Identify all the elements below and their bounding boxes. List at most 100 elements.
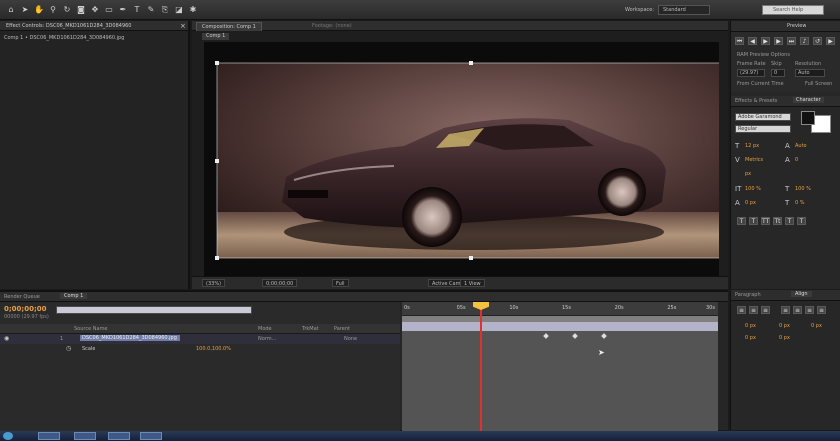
align-right-button[interactable]: ≡ [761, 306, 770, 314]
font-size-value[interactable]: 12 px [745, 143, 759, 149]
font-family-select[interactable]: Adobe Garamond [735, 113, 791, 121]
tab-align[interactable]: Align [791, 291, 812, 297]
pan-behind-tool-icon[interactable]: ✥ [90, 5, 100, 15]
prev-frame-button[interactable]: ◀ [748, 37, 757, 45]
tab-character[interactable]: Character [793, 97, 824, 103]
eraser-tool-icon[interactable]: ◪ [174, 5, 184, 15]
brush-tool-icon[interactable]: ✎ [146, 5, 156, 15]
layer-row[interactable]: ◉ 1 DSC06_MKD1061D284_3D084960.jpg Norm.… [0, 334, 400, 344]
close-icon[interactable]: × [180, 22, 186, 30]
workspace-select[interactable]: Standard [658, 5, 710, 15]
property-value[interactable]: 100.0,100.0% [196, 346, 231, 352]
help-search-input[interactable]: Search Help [762, 5, 824, 15]
play-button[interactable]: ▶ [761, 37, 770, 45]
handle-top-left[interactable] [215, 61, 219, 65]
home-icon[interactable]: ⌂ [6, 5, 16, 15]
skip-input[interactable]: 0 [771, 69, 785, 77]
timeline-search-input[interactable] [56, 306, 252, 314]
indent-first-value[interactable]: 0 px [811, 323, 822, 329]
align-center-button[interactable]: ≡ [749, 306, 758, 314]
justify-center-button[interactable]: ≡ [793, 306, 802, 314]
layer-duration-bar[interactable] [402, 322, 718, 331]
indent-left-value[interactable]: 0 px [745, 323, 756, 329]
tab-effects-presets[interactable]: Effects & Presets [735, 98, 785, 104]
composition-breadcrumb[interactable]: Comp 1 [202, 33, 230, 40]
taskbar-item[interactable] [140, 432, 162, 440]
clone-tool-icon[interactable]: ⎘ [160, 5, 170, 15]
tab-paragraph[interactable]: Paragraph [735, 292, 761, 298]
column-source-name[interactable]: Source Name [74, 326, 108, 332]
kerning-value[interactable]: Metrics [745, 157, 763, 163]
space-after-value[interactable]: 0 px [779, 335, 790, 341]
all-caps-button[interactable]: TT [761, 217, 770, 225]
keyframe-marker[interactable] [543, 333, 549, 339]
property-row[interactable]: ◷ Scale 100.0,100.0% [0, 344, 400, 354]
indent-right-value[interactable]: 0 px [779, 323, 790, 329]
zoom-select[interactable]: (33%) [202, 279, 226, 287]
current-time-indicator[interactable] [480, 302, 482, 432]
stroke-unit-value[interactable]: px [745, 171, 751, 177]
space-before-value[interactable]: 0 px [745, 335, 756, 341]
frame-rate-select[interactable]: (29.97) [737, 69, 765, 77]
first-frame-button[interactable]: ⏮ [735, 37, 744, 45]
justify-left-button[interactable]: ≡ [781, 306, 790, 314]
audio-button[interactable]: ♪ [800, 37, 809, 45]
leading-value[interactable]: Auto [795, 143, 807, 149]
zoom-tool-icon[interactable]: ⚲ [48, 5, 58, 15]
resolution-select-preview[interactable]: Auto [795, 69, 825, 77]
horizontal-scale-value[interactable]: 100 % [795, 186, 811, 192]
tab-render-queue[interactable]: Render Queue [4, 294, 48, 300]
timeline-timecode[interactable]: 0;00;00;00 [4, 305, 47, 313]
stopwatch-icon[interactable]: ◷ [66, 345, 71, 352]
handle-bottom-left[interactable] [215, 256, 219, 260]
next-frame-button[interactable]: ▶ [774, 37, 783, 45]
superscript-button[interactable]: T [785, 217, 794, 225]
justify-right-button[interactable]: ≡ [805, 306, 814, 314]
handle-bottom-center[interactable] [469, 256, 473, 260]
from-current-time-checkbox[interactable]: From Current Time [737, 81, 784, 87]
column-mode[interactable]: Mode [258, 326, 272, 332]
keyframe-marker[interactable] [601, 333, 607, 339]
type-tool-icon[interactable]: T [132, 5, 142, 15]
tsume-value[interactable]: 0 % [795, 200, 805, 206]
column-trkmat[interactable]: TrkMat [302, 326, 319, 332]
tab-comp-1[interactable]: Comp 1 [60, 293, 88, 299]
views-select[interactable]: 1 View [460, 279, 485, 287]
puppet-tool-icon[interactable]: ✱ [188, 5, 198, 15]
full-screen-checkbox[interactable]: Full Screen [805, 81, 832, 87]
timeline-track-area[interactable]: 0s 05s 10s 15s 20s 25s 30s ➤ [402, 302, 718, 432]
camera-tool-icon[interactable]: ◙ [76, 5, 86, 15]
tracking-value[interactable]: 0 [795, 157, 798, 163]
effect-controls-title[interactable]: Effect Controls: DSC06_MKD1061D284_3D084… [6, 23, 176, 29]
faux-italic-button[interactable]: T [749, 217, 758, 225]
loop-button[interactable]: ↺ [813, 37, 822, 45]
taskbar-item[interactable] [38, 432, 60, 440]
justify-all-button[interactable]: ≡ [817, 306, 826, 314]
start-button[interactable] [3, 432, 13, 440]
tab-footage[interactable]: Footage: (none) [312, 23, 352, 29]
pen-tool-icon[interactable]: ✒ [118, 5, 128, 15]
ram-preview-button[interactable]: ▶ [826, 37, 835, 45]
align-left-button[interactable]: ≡ [737, 306, 746, 314]
small-caps-button[interactable]: Tt [773, 217, 782, 225]
layer-parent-select[interactable]: None [344, 336, 357, 342]
taskbar-item[interactable] [108, 432, 130, 440]
faux-bold-button[interactable]: T [737, 217, 746, 225]
resolution-select[interactable]: Full [332, 279, 349, 287]
vertical-scale-value[interactable]: 100 % [745, 186, 761, 192]
eye-icon[interactable]: ◉ [4, 335, 9, 342]
column-parent[interactable]: Parent [334, 326, 350, 332]
rotate-tool-icon[interactable]: ↻ [62, 5, 72, 15]
handle-top-center[interactable] [469, 61, 473, 65]
keyframe-marker[interactable] [572, 333, 578, 339]
hand-tool-icon[interactable]: ✋ [34, 5, 44, 15]
time-ruler[interactable]: 0s 05s 10s 15s 20s 25s 30s [402, 302, 718, 316]
timecode-display[interactable]: 0;00;00;00 [262, 279, 298, 287]
baseline-shift-value[interactable]: 0 px [745, 200, 756, 206]
layer-name[interactable]: DSC06_MKD1061D284_3D084960.jpg [80, 335, 180, 341]
stroke-color-swatch[interactable] [801, 111, 815, 125]
composition-viewer[interactable] [204, 42, 727, 278]
subscript-button[interactable]: T [797, 217, 806, 225]
handle-middle-left[interactable] [215, 159, 219, 163]
mask-tool-icon[interactable]: ▭ [104, 5, 114, 15]
